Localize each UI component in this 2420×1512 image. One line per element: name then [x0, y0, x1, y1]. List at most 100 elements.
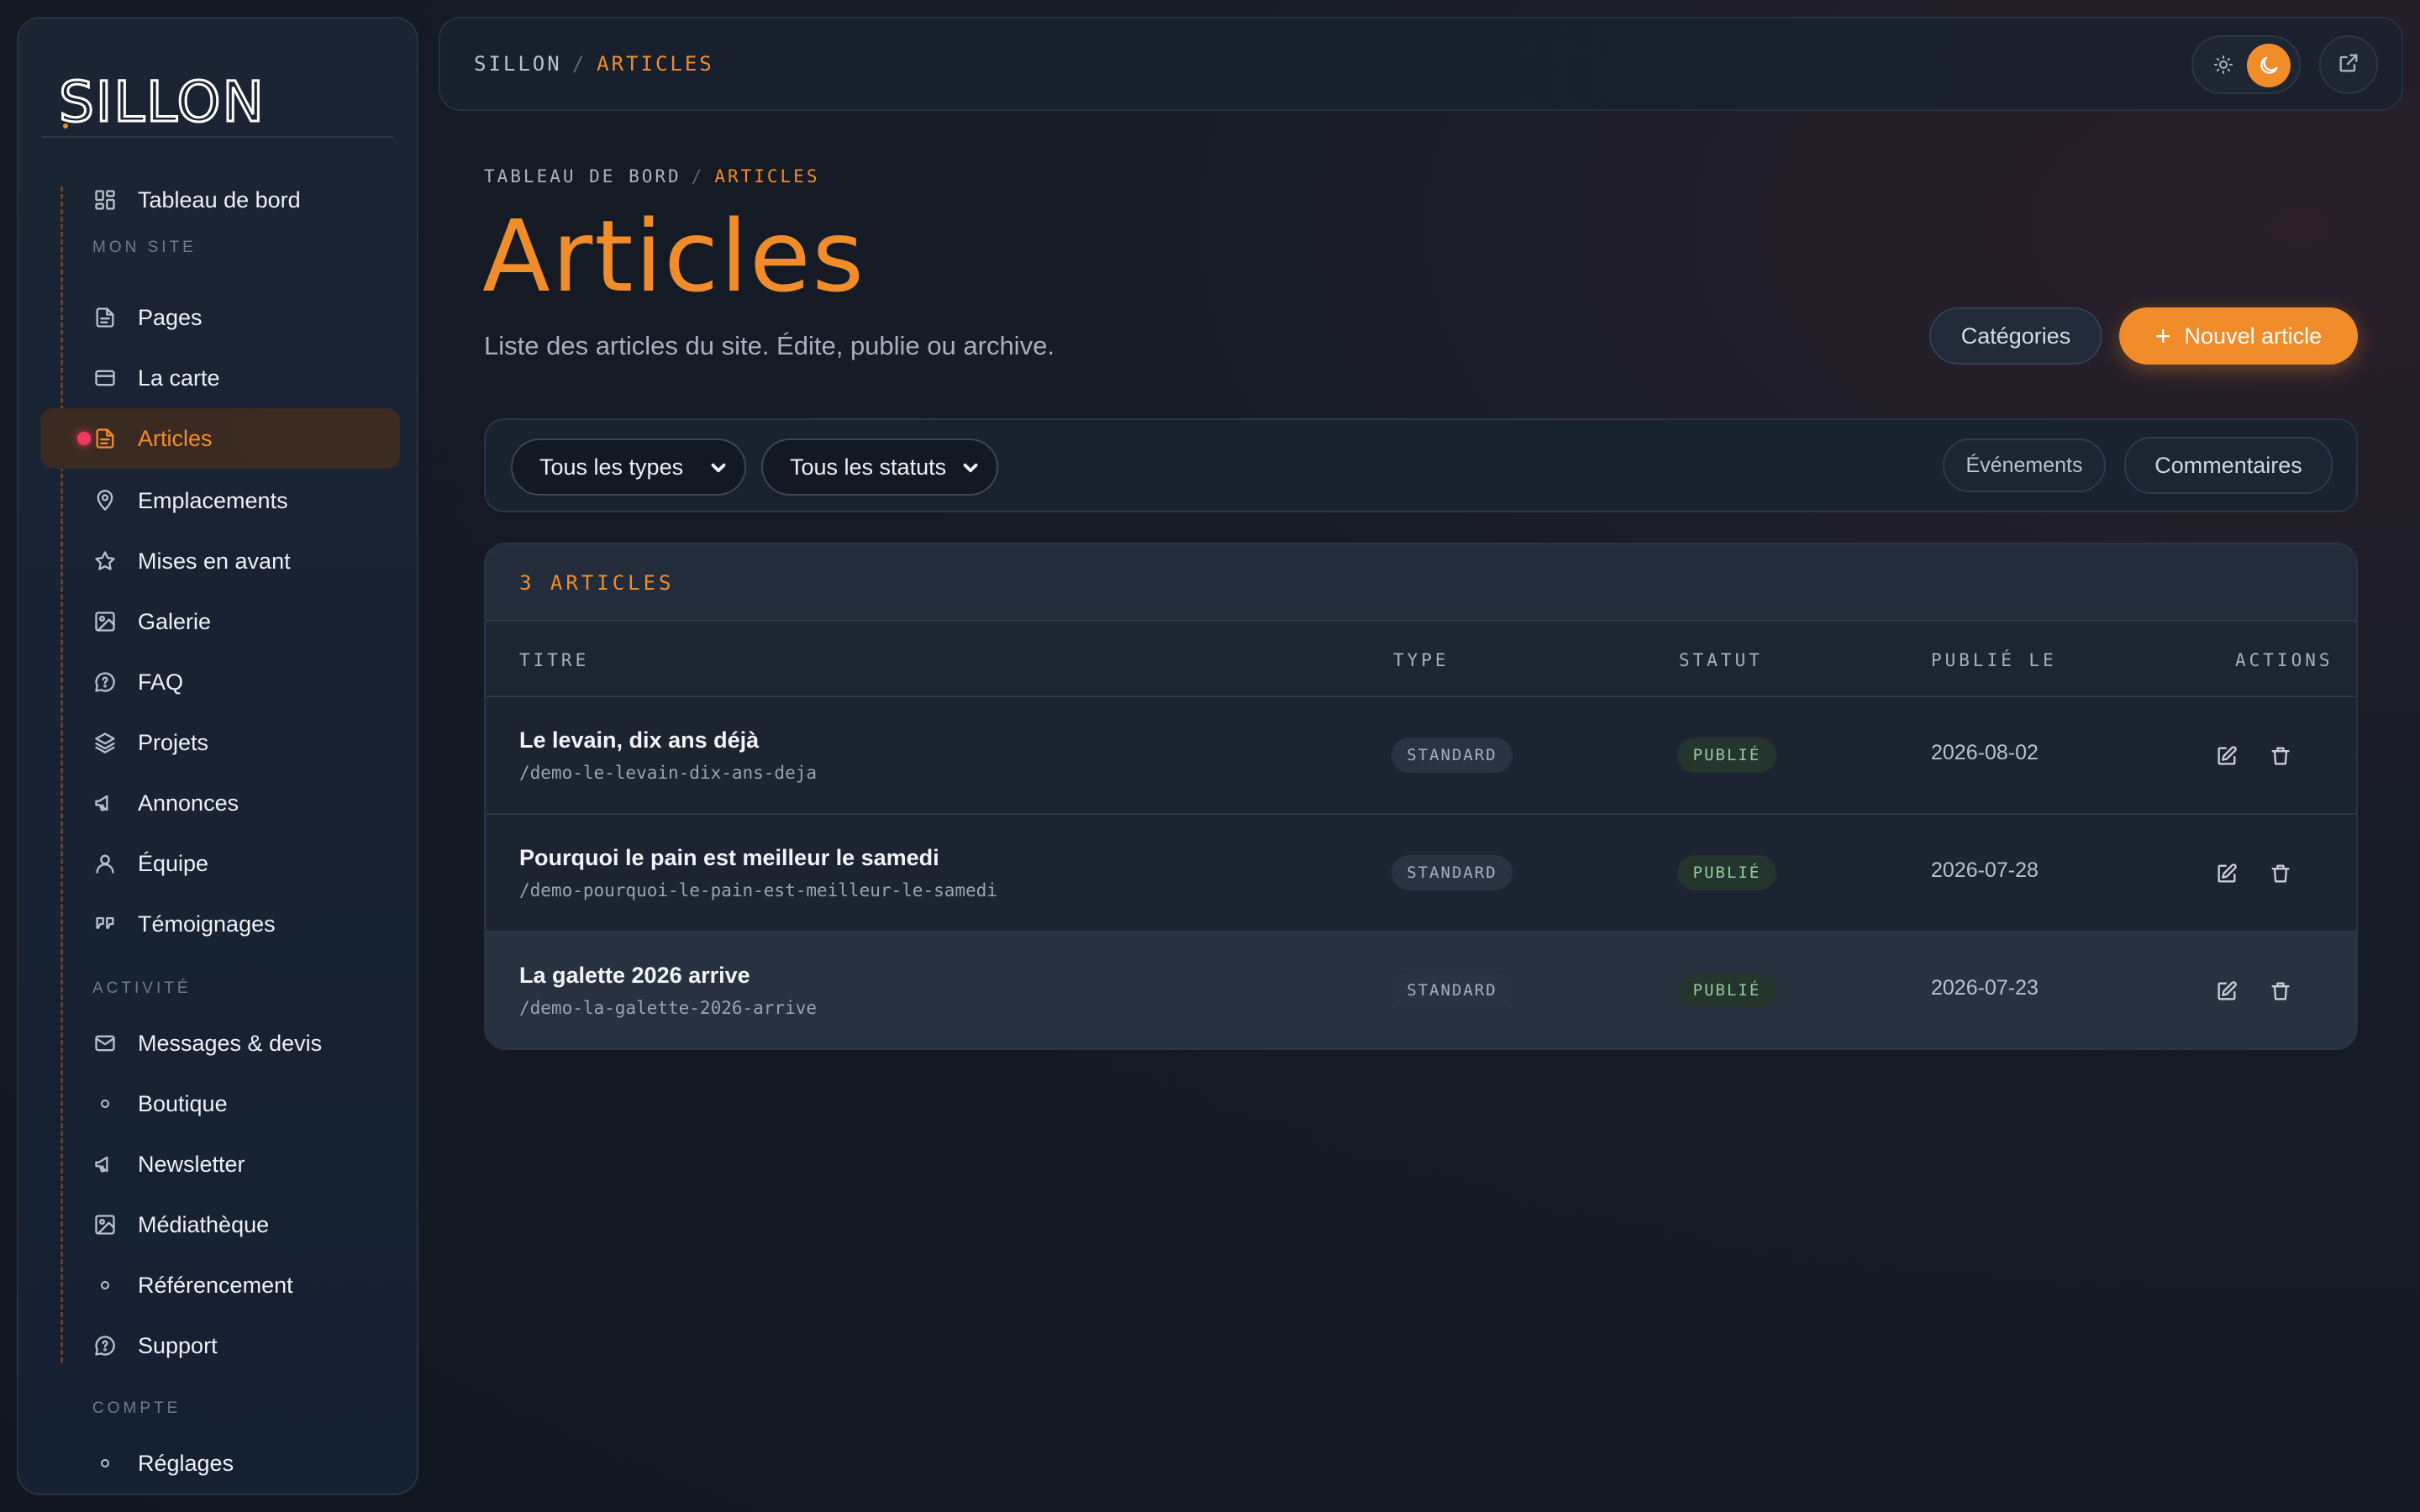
crumb-separator: / — [691, 166, 705, 186]
article-count: 3 ARTICLES — [519, 571, 675, 595]
sidebar-item-boutique[interactable]: Boutique — [40, 1074, 400, 1134]
logo-divider — [42, 136, 393, 138]
status-badge: PUBLIÉ — [1677, 973, 1776, 1008]
sidebar-item-label: Référencement — [138, 1272, 293, 1298]
external-link-button[interactable] — [2319, 35, 2378, 94]
sidebar-item-label: Support — [138, 1332, 218, 1358]
type-badge: STANDARD — [1392, 738, 1512, 773]
sun-icon[interactable] — [2205, 46, 2242, 83]
new-article-label: Nouvel article — [2184, 323, 2323, 349]
trash-icon[interactable] — [2264, 974, 2297, 1008]
trash-icon[interactable] — [2264, 739, 2297, 773]
article-title[interactable]: Le levain, dix ans déjà — [519, 727, 759, 753]
chevron-down-icon — [960, 457, 981, 479]
crumb-current: ARTICLES — [714, 166, 820, 186]
article-title[interactable]: Pourquoi le pain est meilleur le samedi — [519, 845, 939, 871]
column-header-type[interactable]: TYPE — [1393, 650, 1449, 670]
published-date: 2026-07-28 — [1931, 858, 2039, 882]
sidebar-item-temoignages[interactable]: Témoignages — [40, 894, 400, 954]
sidebar-item-faq[interactable]: FAQ — [40, 652, 400, 712]
categories-button[interactable]: Catégories — [1929, 307, 2102, 365]
published-date: 2026-07-23 — [1931, 976, 2039, 1000]
sidebar-item-la-carte[interactable]: La carte — [40, 348, 400, 408]
sidebar-item-annonces[interactable]: Annonces — [40, 773, 400, 833]
new-article-button[interactable]: + Nouvel article — [2119, 307, 2358, 365]
sidebar-item-messages[interactable]: Messages & devis — [40, 1013, 400, 1074]
page-title: Articles — [482, 198, 866, 314]
sidebar-item-equipe[interactable]: Équipe — [40, 833, 400, 894]
sidebar-item-label: Médiathèque — [138, 1211, 270, 1237]
sidebar-item-dashboard[interactable]: Tableau de bord — [40, 170, 400, 230]
article-slug: /demo-pourquoi-le-pain-est-meilleur-le-s… — [519, 880, 997, 900]
sidebar: SILLON Tableau de bord MON SITE Pages La… — [17, 17, 418, 1495]
events-button[interactable]: Événements — [1943, 438, 2106, 492]
sidebar-item-mises-en-avant[interactable]: Mises en avant — [40, 531, 400, 591]
mail-icon — [92, 1031, 118, 1056]
table-row[interactable]: Le levain, dix ans déjà /demo-le-levain-… — [486, 697, 2356, 815]
table-row[interactable]: La galette 2026 arrive /demo-la-galette-… — [486, 932, 2356, 1048]
column-header-title[interactable]: TITRE — [519, 650, 589, 670]
articles-table: 3 ARTICLES TITRE TYPE STATUT PUBLIÉ LE A… — [484, 543, 2358, 1050]
status-badge: PUBLIÉ — [1677, 738, 1776, 773]
table-row[interactable]: Pourquoi le pain est meilleur le samedi … — [486, 815, 2356, 932]
svg-text:SILLON: SILLON — [59, 70, 266, 134]
image-icon — [92, 609, 118, 634]
trash-icon[interactable] — [2264, 857, 2297, 890]
sidebar-item-label: Pages — [138, 304, 203, 330]
section-label-account: COMPTE — [92, 1399, 182, 1417]
sidebar-item-pages[interactable]: Pages — [40, 287, 400, 348]
sidebar-item-label: Annonces — [138, 790, 239, 816]
sidebar-item-mediatheque[interactable]: Médiathèque — [40, 1194, 400, 1255]
crumb-root[interactable]: SILLON — [474, 52, 562, 76]
type-select[interactable]: Tous les types — [511, 438, 746, 496]
sidebar-item-label: Tableau de bord — [138, 186, 301, 213]
page-breadcrumb: TABLEAU DE BORD / ARTICLES — [484, 166, 819, 186]
card-icon — [92, 365, 118, 391]
edit-icon[interactable] — [2210, 739, 2244, 773]
column-header-status[interactable]: STATUT — [1679, 650, 1763, 670]
sidebar-item-support[interactable]: Support — [40, 1315, 400, 1376]
page-description: Liste des articles du site. Édite, publi… — [484, 331, 1055, 360]
external-link-icon — [2337, 51, 2360, 79]
column-header-published[interactable]: PUBLIÉ LE — [1931, 650, 2057, 670]
file-icon — [92, 305, 118, 330]
top-breadcrumb: SILLON / ARTICLES — [474, 52, 714, 76]
sidebar-item-referencement[interactable]: Référencement — [40, 1255, 400, 1315]
layers-icon — [92, 730, 118, 755]
edit-icon[interactable] — [2210, 974, 2244, 1008]
status-badge: PUBLIÉ — [1677, 855, 1776, 890]
table-column-headers: TITRE TYPE STATUT PUBLIÉ LE ACTIONS — [486, 622, 2356, 697]
comments-button[interactable]: Commentaires — [2124, 437, 2333, 494]
bullet-icon — [92, 1451, 118, 1476]
published-date: 2026-08-02 — [1931, 741, 2039, 764]
article-title[interactable]: La galette 2026 arrive — [519, 963, 750, 989]
star-icon — [92, 549, 118, 574]
sidebar-item-label: Projets — [138, 729, 209, 755]
article-slug: /demo-la-galette-2026-arrive — [519, 998, 818, 1018]
column-header-actions: ACTIONS — [2235, 650, 2333, 670]
crumb-separator: / — [571, 52, 587, 76]
sidebar-item-label: Boutique — [138, 1090, 228, 1116]
crumb-root[interactable]: TABLEAU DE BORD — [484, 166, 681, 186]
sidebar-item-projets[interactable]: Projets — [40, 712, 400, 773]
chat-question-icon — [92, 669, 118, 695]
status-select-value: Tous les statuts — [790, 454, 947, 480]
moon-icon[interactable] — [2247, 44, 2291, 87]
section-label-site: MON SITE — [92, 239, 197, 256]
chat-question-icon — [92, 1333, 118, 1358]
sidebar-item-label: Newsletter — [138, 1151, 245, 1177]
status-select[interactable]: Tous les statuts — [761, 438, 998, 496]
sidebar-item-emplacements[interactable]: Emplacements — [40, 470, 400, 531]
sidebar-item-reglages[interactable]: Réglages — [40, 1433, 400, 1494]
sidebar-item-galerie[interactable]: Galerie — [40, 591, 400, 652]
sidebar-item-articles[interactable]: Articles — [40, 408, 400, 469]
sidebar-item-newsletter[interactable]: Newsletter — [40, 1134, 400, 1194]
type-badge: STANDARD — [1392, 855, 1512, 890]
user-icon — [92, 851, 118, 876]
sidebar-item-label: Messages & devis — [138, 1030, 323, 1056]
edit-icon[interactable] — [2210, 857, 2244, 890]
map-pin-icon — [92, 488, 118, 513]
theme-toggle[interactable] — [2191, 35, 2301, 94]
sillon-logo[interactable]: SILLON — [59, 55, 395, 139]
sidebar-item-label: Équipe — [138, 850, 209, 876]
